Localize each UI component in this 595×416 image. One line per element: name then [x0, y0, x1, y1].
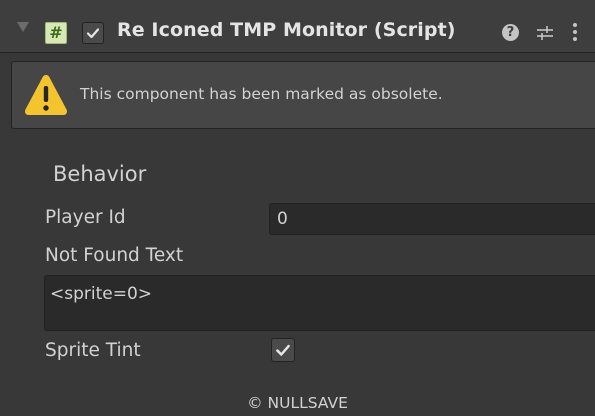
help-icon[interactable]: ?	[502, 24, 519, 41]
presets-icon[interactable]	[536, 24, 554, 42]
player-id-field[interactable]: 0	[269, 203, 595, 235]
obsolete-warning-box: This component has been marked as obsole…	[11, 61, 595, 129]
kebab-menu-icon[interactable]	[572, 23, 578, 41]
warning-message: This component has been marked as obsole…	[80, 85, 443, 103]
player-id-label: Player Id	[45, 207, 126, 228]
component-header[interactable]: # Re Iconed TMP Monitor (Script) ?	[0, 0, 595, 53]
section-header-behavior: Behavior	[53, 162, 147, 186]
footer-copyright: © NULLSAVE	[247, 394, 348, 412]
component-enabled-checkbox[interactable]	[82, 22, 104, 44]
checkmark-icon	[86, 28, 100, 39]
warning-icon	[24, 75, 68, 115]
sprite-tint-checkbox[interactable]	[271, 338, 295, 362]
inspector-component-panel: # Re Iconed TMP Monitor (Script) ? This …	[0, 0, 595, 416]
not-found-text-label: Not Found Text	[45, 245, 184, 266]
foldout-triangle-icon[interactable]	[17, 22, 29, 32]
checkmark-icon	[276, 344, 290, 356]
sprite-tint-label: Sprite Tint	[45, 340, 141, 361]
component-title: Re Iconed TMP Monitor (Script)	[117, 19, 456, 41]
not-found-text-area[interactable]: <sprite=0>	[44, 275, 595, 331]
cs-script-icon: #	[45, 22, 67, 44]
